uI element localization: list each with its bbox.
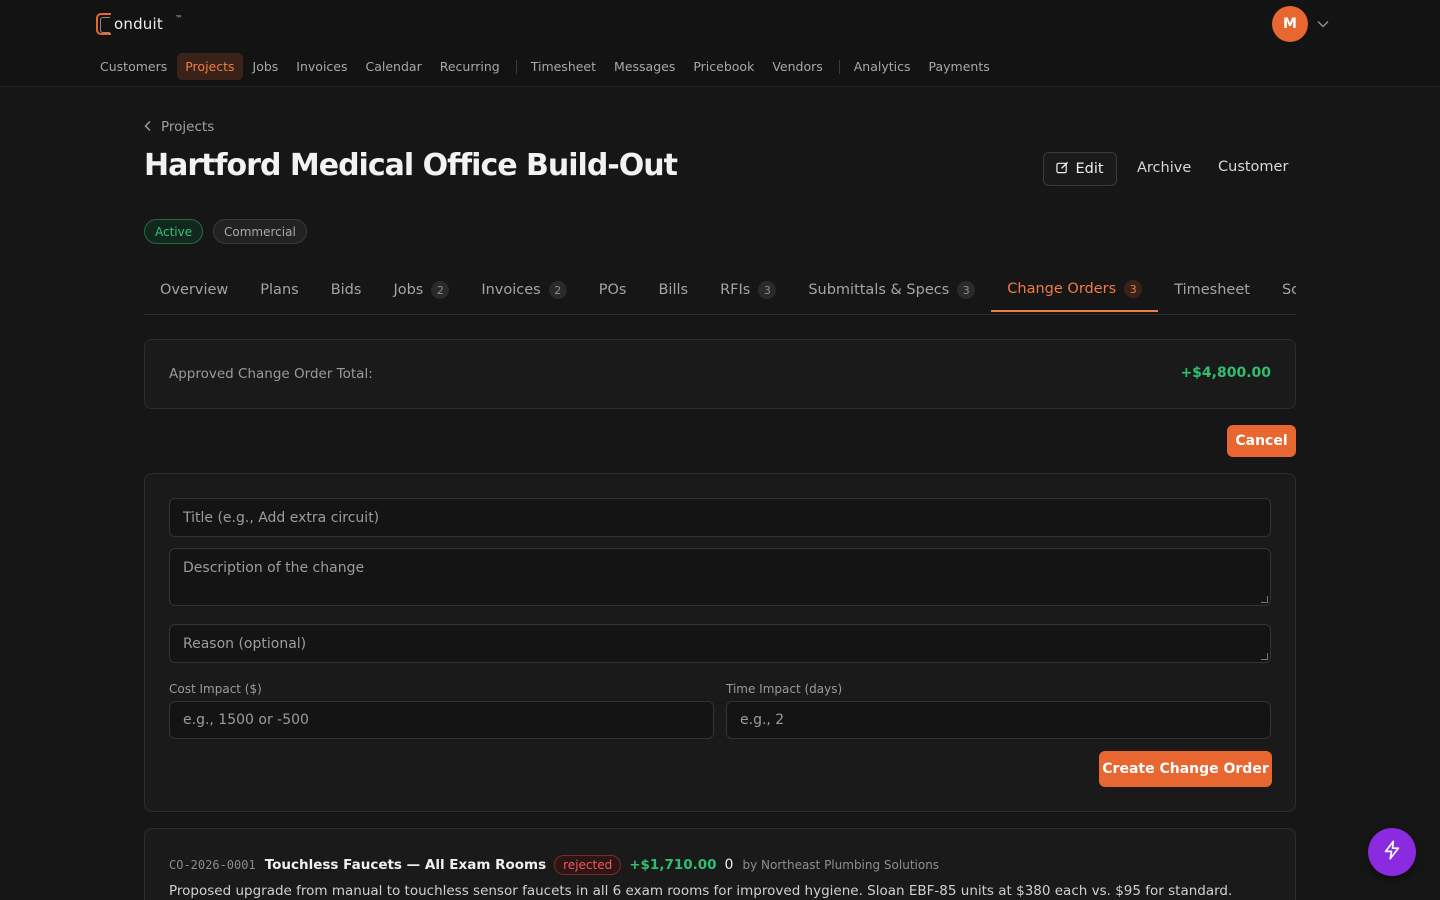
change-order-number: CO-2026-0001 [169,858,256,872]
change-order-description: Proposed upgrade from manual to touchles… [169,883,1233,899]
tab-count: 2 [431,281,450,299]
cost-impact-label: Cost Impact ($) [169,682,262,696]
tab-label: Invoices [481,282,541,298]
tab-jobs[interactable]: Jobs 2 [377,268,465,312]
create-change-order-button[interactable]: Create Change Order [1099,751,1272,787]
description-textarea[interactable]: Description of the change [169,548,1271,606]
title-input[interactable]: Title (e.g., Add extra circuit) [169,498,1271,537]
nav-vendors[interactable]: Vendors [764,53,830,80]
cost-placeholder: e.g., 1500 or -500 [183,712,309,728]
breadcrumb[interactable]: Projects [144,119,214,135]
title-placeholder: Title (e.g., Add extra circuit) [183,509,380,526]
tab-bills[interactable]: Bills [642,268,704,312]
page-title: Hartford Medical Office Build-Out [144,148,678,183]
nav-invoices[interactable]: Invoices [288,53,355,80]
archive-button[interactable]: Archive [1137,160,1191,176]
tab-label: RFIs [720,282,751,298]
tab-count: 3 [758,281,777,299]
customer-button[interactable]: Customer [1218,159,1288,175]
total-label: Approved Change Order Total: [169,366,373,382]
change-order-form: Title (e.g., Add extra circuit) Descript… [144,473,1296,812]
nav-payments[interactable]: Payments [921,53,998,80]
tab-count: 3 [957,281,976,299]
tab-schedule[interactable]: Schedule [1266,268,1296,312]
edit-icon [1056,161,1069,178]
status-badge: Active [144,219,204,244]
nav-recurring[interactable]: Recurring [432,53,508,80]
nav-projects[interactable]: Projects [177,53,243,80]
tab-invoices[interactable]: Invoices 2 [465,268,582,312]
tab-label: Schedule [1281,282,1296,298]
edit-label: Edit [1075,161,1104,177]
main-nav: Customers Projects Jobs Invoices Calenda… [92,52,1000,81]
total-value: +$4,800.00 [1180,365,1271,381]
tab-label: Jobs [393,282,424,298]
tab-pos[interactable]: POs [583,268,643,312]
tab-rfis[interactable]: RFIs 3 [704,268,792,312]
quick-action-button[interactable] [1368,828,1416,876]
tab-label: Bids [330,282,362,298]
cost-impact-input[interactable]: e.g., 1500 or -500 [169,701,714,739]
tab-label: POs [598,282,627,298]
project-tabs: Overview Plans Bids Jobs 2 Invoices 2 POs … [144,268,1296,315]
nav-calendar[interactable]: Calendar [358,53,430,80]
resize-handle[interactable] [1261,596,1268,603]
nav-analytics[interactable]: Analytics [846,53,919,80]
time-impact-label: Time Impact (days) [726,682,843,696]
nav-jobs[interactable]: Jobs [245,53,287,80]
tab-count: 2 [548,281,567,299]
change-order-item[interactable]: CO-2026-0001 Touchless Faucets — All Exa… [144,828,1296,900]
user-avatar[interactable]: M [1272,6,1308,42]
breadcrumb-label: Projects [161,119,215,135]
tab-change-orders[interactable]: Change Orders 3 [991,268,1159,312]
resize-handle[interactable] [1261,653,1268,660]
reason-placeholder: Reason (optional) [183,635,307,652]
change-order-vendor: by Northeast Plumbing Solutions [742,858,940,872]
nav-divider [838,59,840,74]
edit-button[interactable]: Edit [1043,152,1117,186]
tab-count: 3 [1124,280,1143,298]
nav-timesheet[interactable]: Timesheet [523,53,604,80]
nav-pricebook[interactable]: Pricebook [685,53,762,80]
status-badge: rejected [554,855,622,875]
chevron-left-icon [144,120,152,135]
lightning-icon [1381,839,1403,865]
tab-label: Bills [658,282,689,298]
change-order-title: Touchless Faucets — All Exam Rooms [264,857,547,873]
project-type-badge: Commercial [213,219,307,244]
change-order-days: 0 [724,857,734,873]
time-impact-input[interactable]: e.g., 2 [726,701,1271,739]
cancel-button[interactable]: Cancel [1227,425,1296,457]
tab-label: Change Orders [1007,281,1117,297]
tab-label: Plans [260,282,299,298]
tab-label: Timesheet [1174,282,1250,298]
reason-textarea[interactable]: Reason (optional) [169,624,1271,663]
nav-divider [515,59,517,74]
change-order-total-card: Approved Change Order Total: +$4,800.00 [144,339,1296,409]
description-placeholder: Description of the change [183,560,365,576]
tab-submittals-specs[interactable]: Submittals & Specs 3 [792,268,991,312]
tab-label: Submittals & Specs [808,282,950,298]
change-order-amount: +$1,710.00 [629,857,717,873]
logo-icon [96,13,111,35]
tab-overview[interactable]: Overview [144,268,244,312]
brand-logo[interactable]: onduit ™ [96,12,183,36]
time-placeholder: e.g., 2 [740,712,785,728]
top-header: onduit ™ M Customers Projects Jobs Invoi… [0,0,1440,87]
trademark-mark: ™ [174,13,183,23]
tab-label: Overview [160,282,229,298]
brand-name: onduit [114,15,163,33]
tab-bids[interactable]: Bids [315,268,378,312]
change-order-header: CO-2026-0001 Touchless Faucets — All Exa… [169,855,939,875]
chevron-down-icon[interactable] [1317,17,1329,31]
tab-plans[interactable]: Plans [244,268,314,312]
nav-messages[interactable]: Messages [606,53,683,80]
tab-timesheet[interactable]: Timesheet [1158,268,1266,312]
nav-customers[interactable]: Customers [92,53,175,80]
